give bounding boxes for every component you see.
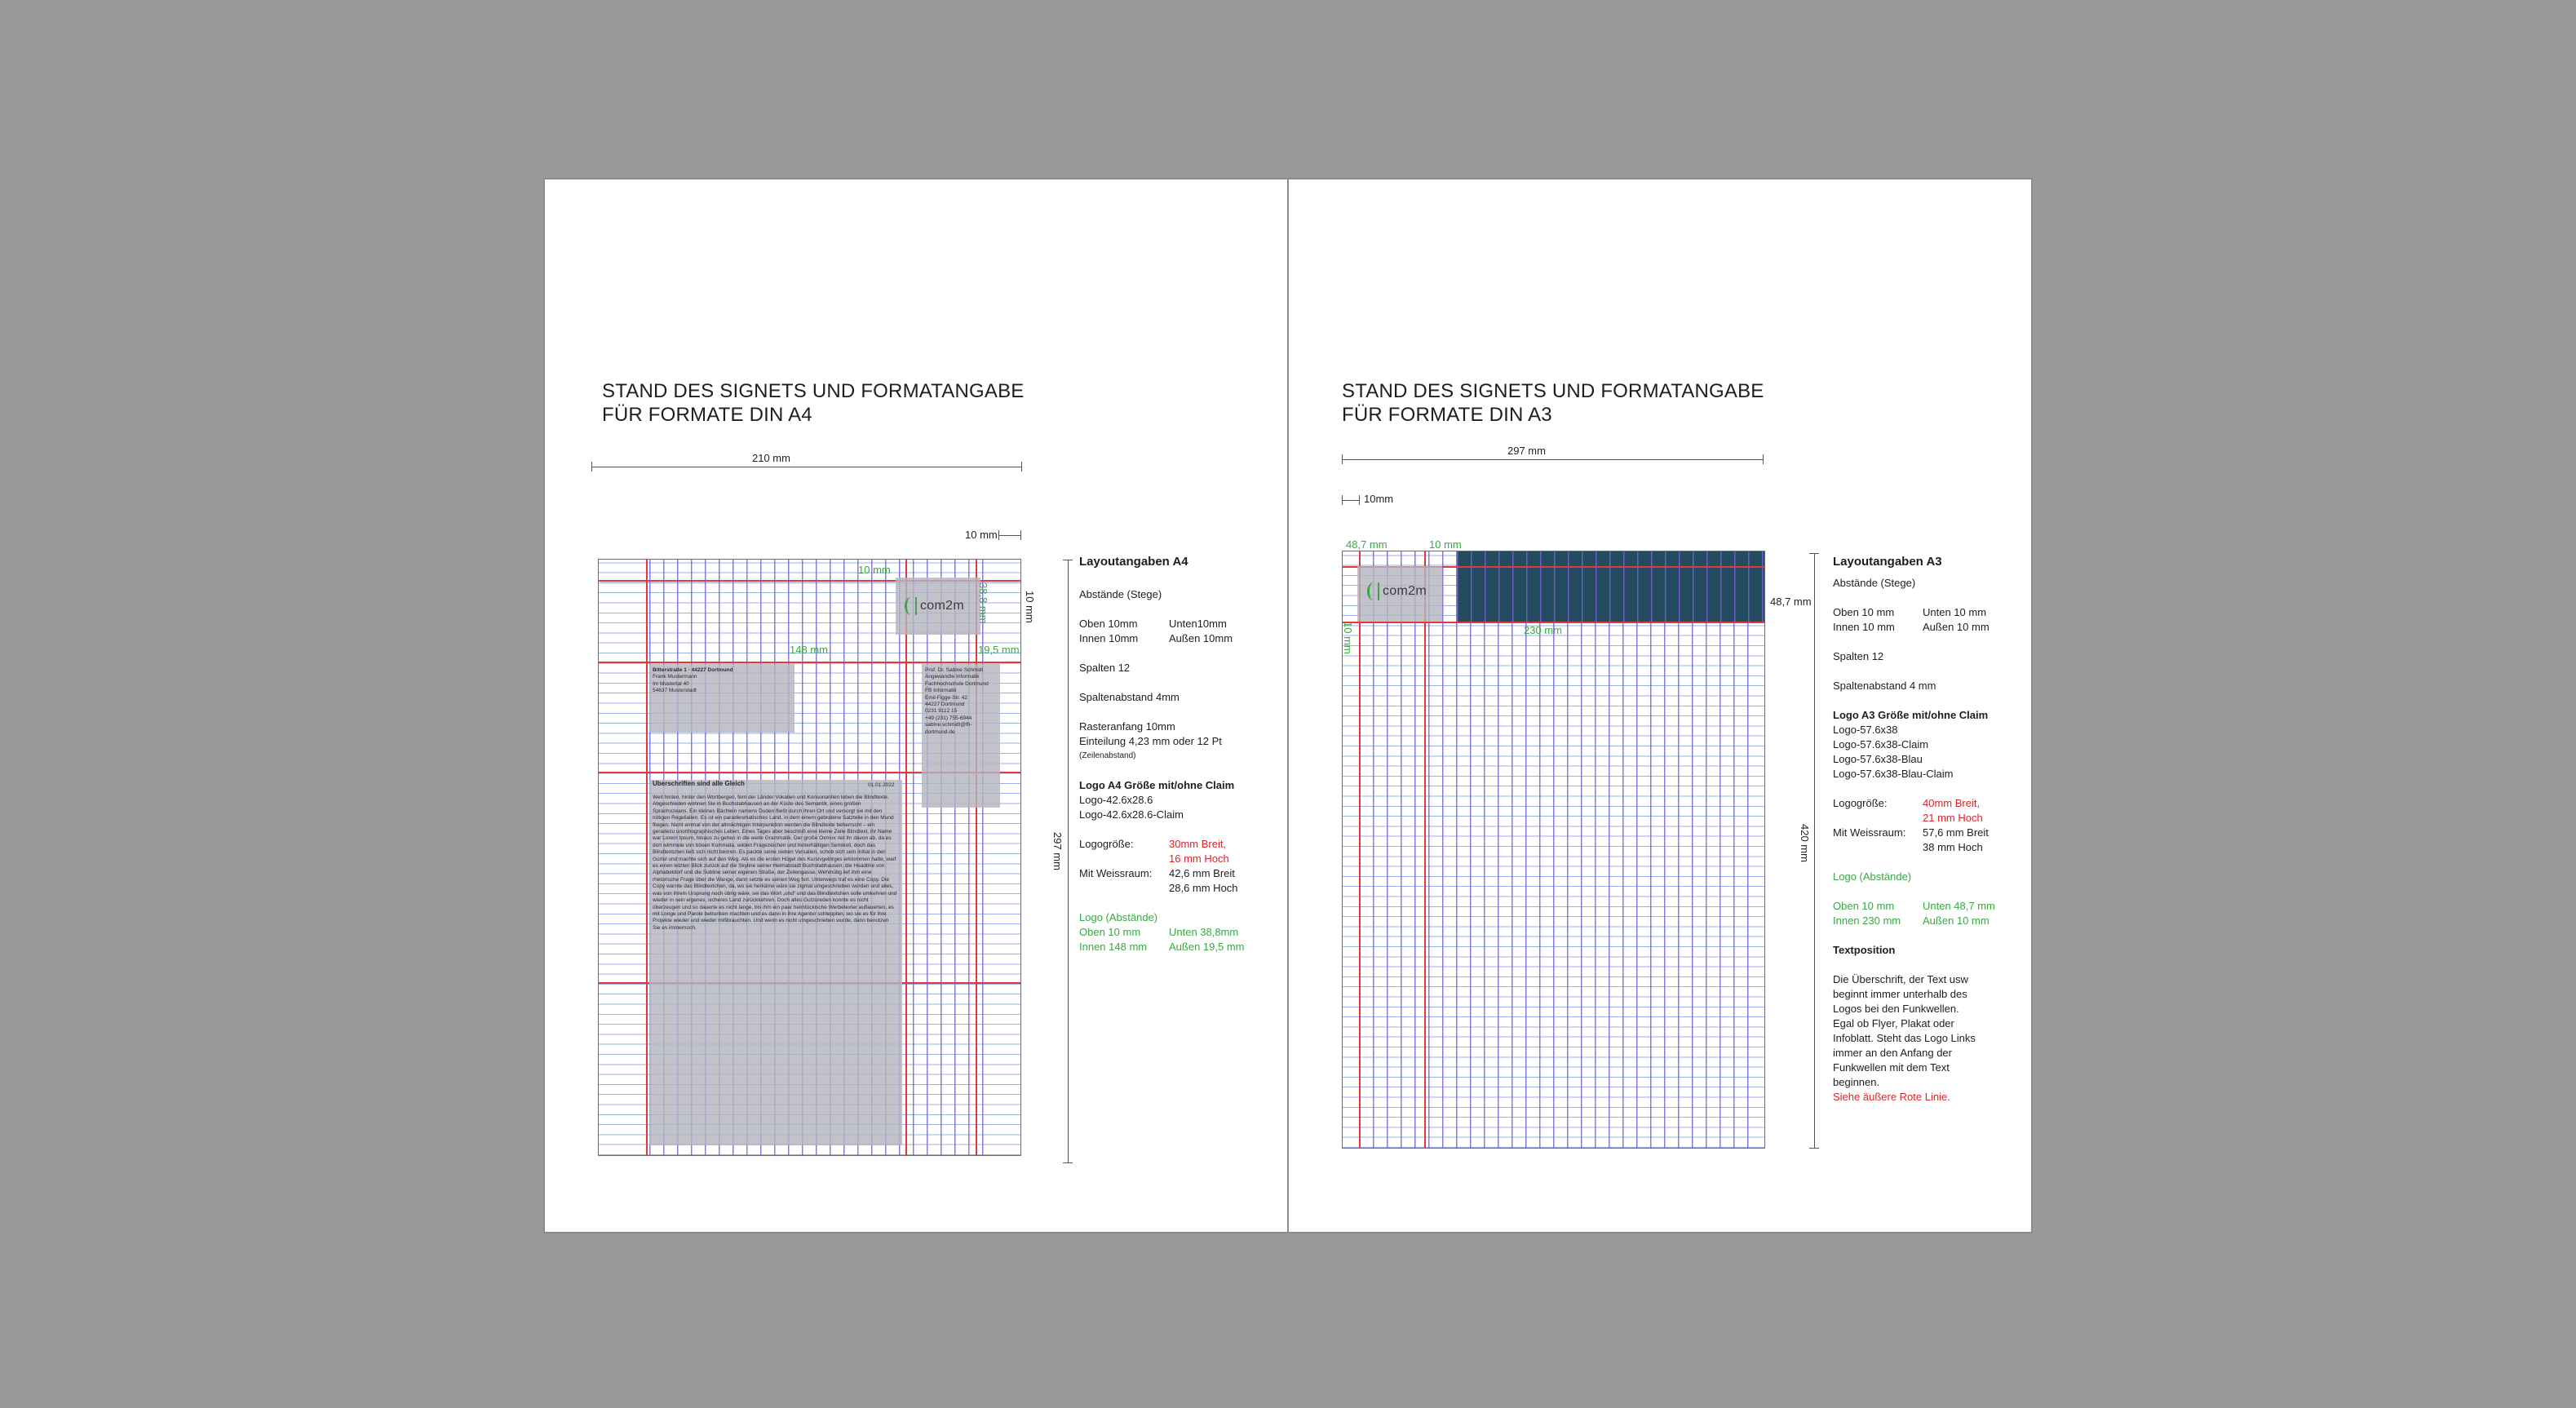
logo-inner-margin-label: 230 mm bbox=[1524, 624, 1562, 636]
logo-mark-icon bbox=[905, 597, 917, 615]
com2m-logo: com2m bbox=[1367, 582, 1427, 600]
page-a4: STAND DES SIGNETS UND FORMATANGABE FÜR F… bbox=[545, 179, 1287, 1232]
a4-sheet: com2m 10 mm 148 mm 19,5 mm 38,8 mm Bitte… bbox=[598, 559, 1021, 1156]
width-label: 297 mm bbox=[1507, 445, 1546, 457]
height-label: 420 mm bbox=[1799, 824, 1811, 862]
band-height-label: 48,7 mm bbox=[1770, 596, 1812, 608]
letter-body: Weit hinten, hinter den Wortbergen, fern… bbox=[653, 795, 897, 931]
margin-label: 10mm bbox=[1364, 493, 1394, 505]
a4-layout-specs: Layoutangaben A4 Abstände (Stege) Oben 1… bbox=[1079, 555, 1245, 953]
margin-label: 10 mm bbox=[965, 529, 998, 541]
width-dimension bbox=[1342, 454, 1764, 464]
right-margin-label: 10 mm bbox=[1024, 591, 1036, 623]
logo-gap-label: 10 mm bbox=[1429, 538, 1462, 551]
page-a3: STAND DES SIGNETS UND FORMATANGABE FÜR F… bbox=[1289, 179, 2031, 1232]
margin-dimension bbox=[998, 530, 1021, 540]
height-dimension bbox=[1809, 553, 1819, 1149]
logo-bottom-margin-label: 38,8 mm bbox=[977, 582, 989, 624]
height-label: 297 mm bbox=[1051, 832, 1064, 870]
recipient-address: Bitterstraße 1 · 44227 Dortmund Frank Mu… bbox=[653, 667, 733, 694]
letter-date: 01.01.2022 bbox=[868, 782, 895, 788]
a3-layout-specs: Layoutangaben A3 Abstände (Stege) Oben 1… bbox=[1833, 555, 1995, 1103]
a3-sheet: com2m 230 mm 10 mm bbox=[1342, 551, 1765, 1149]
com2m-logo: com2m bbox=[905, 597, 964, 615]
logo-outer-margin-label: 19,5 mm bbox=[978, 644, 1020, 656]
sender-info: Prof. Dr. Sabine Schmidt Angewandte Info… bbox=[925, 667, 989, 735]
logo-left-width-label: 48,7 mm bbox=[1346, 538, 1388, 551]
column-grid bbox=[1359, 551, 1756, 1148]
width-label: 210 mm bbox=[752, 452, 790, 464]
logo-top-margin-label: 10 mm bbox=[858, 564, 891, 576]
page-title: STAND DES SIGNETS UND FORMATANGABE FÜR F… bbox=[602, 380, 1025, 426]
height-dimension bbox=[1063, 560, 1073, 1163]
letter-heading: Überschriften sind alle Gleich bbox=[653, 781, 745, 787]
margin-dimension bbox=[1342, 495, 1360, 505]
page-title: STAND DES SIGNETS UND FORMATANGABE FÜR F… bbox=[1342, 380, 1764, 426]
logo-inner-margin-label: 148 mm bbox=[790, 644, 828, 656]
left-margin-label: 10 mm bbox=[1342, 622, 1354, 654]
logo-mark-icon bbox=[1367, 582, 1379, 600]
